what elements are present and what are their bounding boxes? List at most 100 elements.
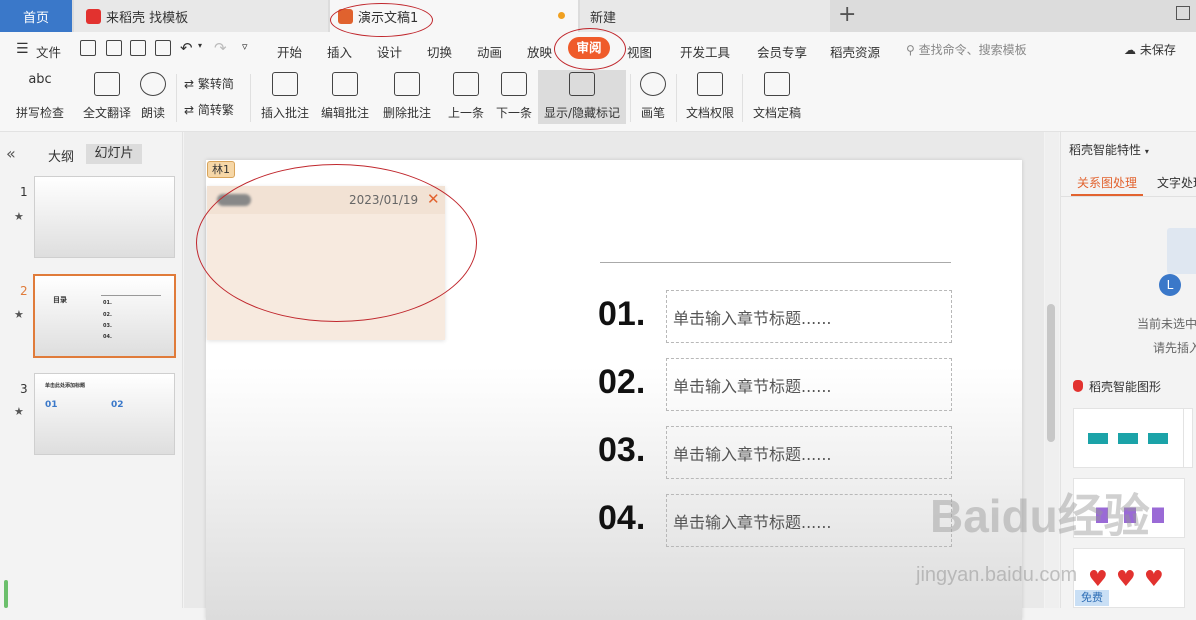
tab-slides[interactable]: 幻灯片 xyxy=(86,144,142,164)
insert-comment-label: 插入批注 xyxy=(260,106,309,120)
unsaved-dot-icon xyxy=(558,12,565,19)
ribbon-separator xyxy=(176,74,177,122)
previous-comment-icon xyxy=(453,72,479,96)
heart-icon: ♥ xyxy=(1144,567,1164,592)
menu-view[interactable]: 视图 xyxy=(627,42,652,61)
read-aloud-button[interactable]: 朗读 xyxy=(138,70,168,124)
thumb-divider xyxy=(101,295,161,296)
print-preview-icon[interactable] xyxy=(155,40,171,56)
show-hide-marks-label: 显示/隐藏标记 xyxy=(543,106,621,120)
section-title-placeholder[interactable]: 单击输入章节标题...... xyxy=(666,358,952,411)
smart-graphic-card[interactable] xyxy=(1183,408,1193,468)
graphic-preview-block xyxy=(1118,433,1138,444)
spell-check-button[interactable]: abc 拼写检查 xyxy=(8,70,72,124)
next-comment-button[interactable]: 下一条 xyxy=(492,70,536,124)
full-translate-button[interactable]: 全文翻译 xyxy=(78,70,136,124)
undo-dropdown-icon[interactable]: ▾ xyxy=(198,41,202,50)
export-icon[interactable] xyxy=(106,40,122,56)
status-indicator xyxy=(4,580,8,608)
slide-divider-line xyxy=(600,262,951,263)
animation-star-icon: ★ xyxy=(14,308,24,321)
thumb-item: 02 xyxy=(111,400,124,410)
chevron-down-icon: ▾ xyxy=(1144,147,1149,156)
annotation-ellipse xyxy=(554,28,626,70)
thumb-item: 01 xyxy=(45,400,58,410)
menu-insert[interactable]: 插入 xyxy=(327,42,352,61)
animation-star-icon: ★ xyxy=(14,210,24,223)
cloud-save-status[interactable]: ☁ 未保存 xyxy=(1124,41,1176,58)
graphic-preview-block xyxy=(1088,433,1108,444)
menu-start[interactable]: 开始 xyxy=(277,42,302,61)
tab-home-label: 首页 xyxy=(22,10,49,26)
section-title-placeholder[interactable]: 单击输入章节标题...... xyxy=(666,494,952,547)
daoke-logo-icon xyxy=(1073,380,1083,392)
translate-icon xyxy=(94,72,120,96)
tab-bar: 首页 来稻壳 找模板 演示文稿1 新建 + xyxy=(0,0,1196,32)
delete-comment-button[interactable]: 删除批注 xyxy=(378,70,436,124)
section-title-placeholder[interactable]: 单击输入章节标题...... xyxy=(666,426,952,479)
section-number: 04. xyxy=(598,499,646,537)
simp-to-trad-button[interactable]: ⇄ 简转繁 xyxy=(184,101,234,118)
tab-daoke-label: 来稻壳 找模板 xyxy=(106,10,189,26)
slide-thumbnail-2[interactable]: 目录 01. 02. 03. 04. xyxy=(33,274,176,358)
trad-to-simp-button[interactable]: ⇄ 繁转简 xyxy=(184,75,234,92)
read-aloud-icon xyxy=(140,72,166,96)
pen-button[interactable]: 画笔 xyxy=(636,70,670,124)
new-tab-button[interactable]: + xyxy=(838,2,856,27)
undo-icon[interactable]: ↶ xyxy=(180,39,193,57)
document-permission-button[interactable]: 文档权限 xyxy=(684,70,736,124)
annotation-ellipse xyxy=(330,3,433,37)
search-icon: ⚲ xyxy=(906,43,915,57)
document-final-button[interactable]: 文档定稿 xyxy=(746,70,808,124)
print-icon[interactable] xyxy=(130,40,146,56)
tab-new[interactable]: 新建 xyxy=(580,0,830,32)
menu-design[interactable]: 设计 xyxy=(377,42,402,61)
menu-daoke-resources[interactable]: 稻壳资源 xyxy=(830,42,880,61)
smart-graphic-card[interactable] xyxy=(1073,408,1185,468)
menu-transition[interactable]: 切换 xyxy=(427,42,452,61)
save-icon[interactable] xyxy=(80,40,96,56)
slide-thumbnail-3[interactable]: 单击此处添加标题 01 02 xyxy=(34,373,175,455)
comment-author-tag[interactable]: 林1 xyxy=(207,161,235,178)
customize-icon[interactable]: ▿ xyxy=(242,40,248,53)
menu-member[interactable]: 会员专享 xyxy=(757,42,807,61)
slide-number: 1 xyxy=(20,185,28,199)
menu-developer[interactable]: 开发工具 xyxy=(680,42,730,61)
section-number: 02. xyxy=(598,363,646,401)
window-icon[interactable] xyxy=(1176,6,1190,20)
tab-daoke[interactable]: 来稻壳 找模板 xyxy=(74,0,328,32)
edit-comment-button[interactable]: 编辑批注 xyxy=(318,70,372,124)
insert-comment-button[interactable]: 插入批注 xyxy=(258,70,312,124)
watermark-url: jingyan.baidu.com xyxy=(916,564,1078,586)
collapse-panel-icon[interactable]: « xyxy=(6,144,16,163)
tab-text-processing[interactable]: 文字处理 xyxy=(1157,174,1196,191)
scrollbar-thumb[interactable] xyxy=(1047,304,1055,442)
next-comment-label: 下一条 xyxy=(495,106,532,120)
menu-animation[interactable]: 动画 xyxy=(477,42,502,61)
tab-outline[interactable]: 大纲 xyxy=(48,146,74,165)
search-command[interactable]: ⚲ 查找命令、搜索模板 xyxy=(906,41,1027,58)
ribbon-separator xyxy=(250,74,251,122)
menu-slideshow[interactable]: 放映 xyxy=(527,42,552,61)
pen-icon xyxy=(640,72,666,96)
menu-file[interactable]: 文件 xyxy=(36,42,61,61)
section-title-placeholder[interactable]: 单击输入章节标题...... xyxy=(666,290,952,343)
unsaved-label: 未保存 xyxy=(1139,43,1176,57)
tab-home[interactable]: 首页 xyxy=(0,0,72,32)
tab-relation-diagram[interactable]: 关系图处理 xyxy=(1077,174,1137,191)
simp-trad-label: 简转繁 xyxy=(197,103,234,117)
ribbon-review: abc 拼写检查 全文翻译 朗读 ⇄ 繁转简 ⇄ 简转繁 插入批注 编辑批注 删… xyxy=(0,66,1196,132)
show-hide-marks-button[interactable]: 显示/隐藏标记 xyxy=(538,70,626,124)
thumb-title: 目录 xyxy=(53,296,67,304)
slide-thumbnail-1[interactable] xyxy=(34,176,175,258)
edit-comment-label: 编辑批注 xyxy=(320,106,369,120)
previous-comment-button[interactable]: 上一条 xyxy=(444,70,488,124)
trad-simp-icon: ⇄ xyxy=(184,77,195,91)
clock-icon: L xyxy=(1159,274,1181,296)
heart-icon: ♥ xyxy=(1116,567,1136,592)
redo-icon[interactable]: ↷ xyxy=(214,39,227,57)
panel-title-label: 稻壳智能特性 xyxy=(1069,143,1142,157)
hamburger-icon[interactable]: ☰ xyxy=(16,41,29,57)
panel-title[interactable]: 稻壳智能特性 ▾ xyxy=(1069,141,1149,158)
full-translate-label: 全文翻译 xyxy=(82,106,131,120)
